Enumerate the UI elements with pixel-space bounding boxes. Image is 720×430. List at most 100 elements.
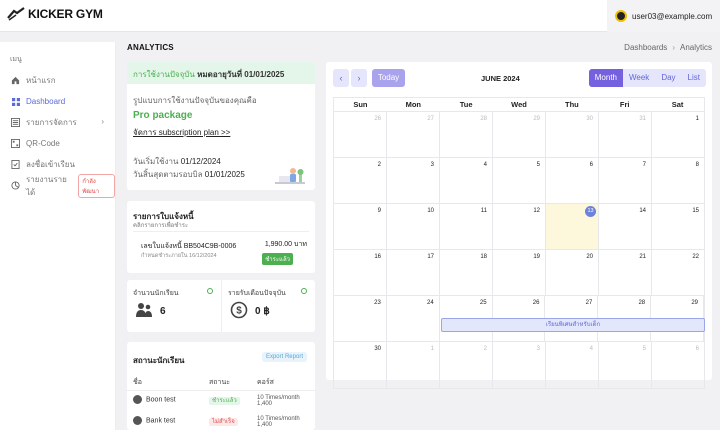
revenue-label: รายรับเดือนปัจจุบัน <box>228 290 286 297</box>
calendar-day-number: 21 <box>639 254 646 260</box>
next-month-button[interactable]: › <box>351 69 367 87</box>
calendar-day-cell[interactable]: 29 <box>493 112 546 157</box>
calendar-day-cell[interactable]: 30 <box>334 342 387 388</box>
calendar-day-cell[interactable]: 5 <box>599 342 652 388</box>
calendar-day-cell[interactable]: 11 <box>440 204 493 249</box>
calendar-day-cell[interactable]: 6 <box>652 342 704 388</box>
calendar-day-number: 28 <box>638 300 646 306</box>
calendar-day-number: 2 <box>483 346 487 352</box>
manage-subscription-link[interactable]: จัดการ subscription plan >> <box>133 126 230 139</box>
calendar-day-cell[interactable]: 24 <box>387 296 440 341</box>
invoice-amount: 1,990.00 บาท <box>264 241 307 248</box>
weekday-label: Tue <box>459 100 473 109</box>
calendar-day-cell[interactable]: 3 <box>387 158 440 203</box>
calendar-day-cell[interactable]: 9 <box>334 204 387 249</box>
calendar-day-cell[interactable]: 7 <box>599 158 652 203</box>
calendar-day-cell[interactable]: 2 <box>334 158 387 203</box>
calendar-day-cell[interactable]: 2 <box>440 342 493 388</box>
sidebar-item-label: Dashboard <box>26 97 66 106</box>
view-day-button[interactable]: Day <box>655 69 681 87</box>
calendar-weeks: 26 27 28 29 30 31 1 2 3 4 5 6 7 8 9 10 11 12 13 14 15 16 17 18 1… <box>334 112 705 388</box>
user-menu[interactable]: user03@example.com <box>607 0 720 32</box>
sidebar-item-manage[interactable]: รายการจัดการ › <box>0 112 115 133</box>
sidebar-item-dashboard[interactable]: Dashboard <box>0 91 115 112</box>
student-status-card: สถานะนักเรียน Export Report ชื่อ สถานะ ค… <box>127 342 315 430</box>
breadcrumb-parent[interactable]: Dashboards <box>624 43 667 52</box>
sidebar: เมนู หน้าแรก Dashboard รายการจัดการ › QR… <box>0 42 116 430</box>
view-month-button[interactable]: Month <box>588 69 623 87</box>
brand-name: KICKER GYM <box>28 7 103 21</box>
calendar-day-cell[interactable]: 13 <box>546 204 599 249</box>
chevron-left-icon: ‹ <box>339 73 343 83</box>
calendar-day-cell[interactable]: 12 <box>493 204 546 249</box>
calendar-day-cell[interactable]: 17 <box>387 250 440 295</box>
invoice-card: รายการใบแจ้งหนี้ คลิกรายการเพื่อชำระ เลข… <box>127 201 315 273</box>
calendar-event[interactable]: เรียนพิเศษสำหรับเด็ก <box>441 318 705 332</box>
calendar-day-cell[interactable]: 8 <box>652 158 704 203</box>
calendar-grid: Sun Mon Tue Wed Thu Fri Sat 26 27 28 29 30 31… <box>333 97 705 389</box>
top-bar: KICKER GYM user03@example.com <box>0 0 720 32</box>
subscription-header: การใช้งานปัจจุบัน หมดอายุวันที่ 01/01/20… <box>127 62 315 84</box>
start-date: วันเริ่มใช้งาน 01/12/2024 <box>133 155 221 168</box>
student-name: Boon test <box>146 396 176 404</box>
students-label: จำนวนนักเรียน <box>133 290 179 297</box>
sidebar-item-home[interactable]: หน้าแรก <box>0 70 115 91</box>
calendar-day-cell[interactable]: 1 <box>652 112 704 157</box>
calendar-day-cell[interactable]: 28 <box>440 112 493 157</box>
calendar-day-cell[interactable]: 18 <box>440 250 493 295</box>
brand-logo[interactable]: KICKER GYM <box>6 7 103 21</box>
calendar-day-cell[interactable]: 26 <box>334 112 387 157</box>
invoice-subtitle: คลิกรายการเพื่อชำระ <box>133 223 189 229</box>
calendar-day-cell[interactable]: 10 <box>387 204 440 249</box>
calendar-day-cell[interactable]: 6 <box>546 158 599 203</box>
chevron-right-icon: › <box>357 73 361 83</box>
revenue-stat: รายรับเดือนปัจจุบัน $ 0 ฿ <box>221 280 315 332</box>
calendar-day-cell[interactable]: 15 <box>652 204 704 249</box>
calendar-day-cell[interactable]: 20 <box>546 250 599 295</box>
calendar-day-number: 4 <box>483 162 487 168</box>
calendar-day-number: 25 <box>479 300 487 306</box>
status-badge: ชำระแล้ว <box>209 397 240 405</box>
calendar-day-number: 1 <box>695 116 699 122</box>
student-name-cell: Boon test <box>133 395 176 404</box>
calendar-day-cell[interactable]: 5 <box>493 158 546 203</box>
invoice-status-badge: ชำระแล้ว <box>262 253 293 265</box>
calendar-day-number: 3 <box>430 162 434 168</box>
chevron-right-icon: › <box>101 117 104 126</box>
sidebar-item-qrcode[interactable]: QR-Code <box>0 133 115 154</box>
table-row[interactable]: Bank test ไม่สำเร็จ 10 Times/month 1,400 <box>127 416 315 430</box>
view-list-button[interactable]: List <box>682 69 706 87</box>
calendar-day-cell[interactable]: 30 <box>546 112 599 157</box>
calendar-day-cell[interactable]: 3 <box>493 342 546 388</box>
sidebar-item-revenue-report[interactable]: รายงานรายได้ กำลังพัฒนา <box>0 173 115 198</box>
calendar-day-cell[interactable]: 16 <box>334 250 387 295</box>
package-name: Pro package <box>133 110 193 121</box>
calendar-day-number: 10 <box>427 208 434 214</box>
calendar-day-cell[interactable]: 22 <box>652 250 704 295</box>
calendar-day-cell[interactable]: 4 <box>440 158 493 203</box>
table-row[interactable]: Boon test ชำระแล้ว 10 Times/month 1,400 <box>127 395 315 415</box>
calendar-day-cell[interactable]: 4 <box>546 342 599 388</box>
calendar-day-number: 26 <box>374 116 381 122</box>
calendar-day-number: 2 <box>377 162 381 168</box>
calendar-week-row: 2 3 4 5 6 7 8 <box>334 158 704 204</box>
calendar-day-cell[interactable]: 21 <box>599 250 652 295</box>
calendar-day-cell[interactable]: 31 <box>599 112 652 157</box>
calendar-day-number: 18 <box>480 254 487 260</box>
prev-month-button[interactable]: ‹ <box>333 69 349 87</box>
calendar-day-number: 14 <box>639 208 646 214</box>
calendar-day-number: 29 <box>533 116 540 122</box>
calendar-day-number: 17 <box>427 254 434 260</box>
calendar-day-cell[interactable]: 23 <box>334 296 387 341</box>
view-week-button[interactable]: Week <box>623 69 655 87</box>
calendar-day-cell[interactable]: 14 <box>599 204 652 249</box>
calendar-day-number: 20 <box>586 254 593 260</box>
calendar-day-cell[interactable]: 27 <box>387 112 440 157</box>
calendar-day-cell[interactable]: 19 <box>493 250 546 295</box>
today-button[interactable]: Today <box>372 69 405 87</box>
qr-icon <box>11 139 20 148</box>
calendar-day-cell[interactable]: 1 <box>387 342 440 388</box>
export-report-button[interactable]: Export Report <box>261 352 307 362</box>
calendar-week-row: 23 24 25 26 27 28 29 เรียนพิเศษสำหรับเด็ก <box>334 296 705 342</box>
kick-icon <box>7 7 25 21</box>
